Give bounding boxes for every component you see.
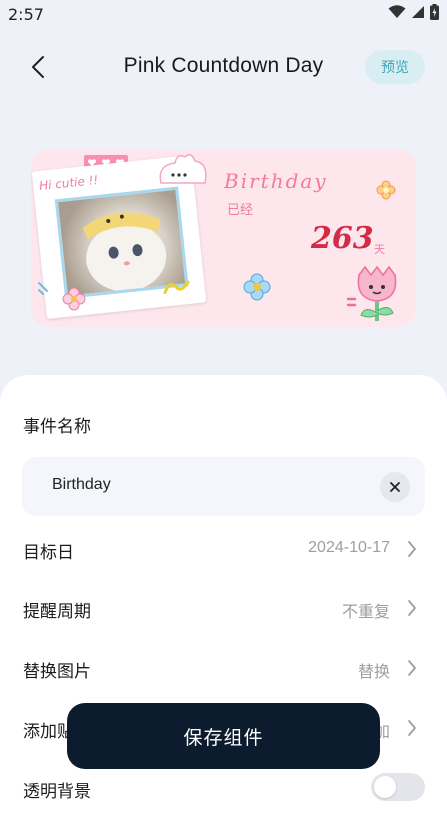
target-date-row[interactable]: 目标日 2024-10-17: [0, 530, 447, 570]
chevron-right-icon: [408, 541, 416, 557]
greeting-text: Hi cutie !!: [38, 172, 99, 194]
blue-flower-sticker-icon: [243, 273, 271, 301]
squiggle-sticker-icon: [163, 280, 190, 294]
reminder-cycle-row[interactable]: 提醒周期 不重复: [0, 589, 447, 629]
day-unit: 天: [374, 243, 385, 256]
status-bar: 2:57: [0, 0, 447, 30]
replace-image-value: 替换: [357, 664, 390, 681]
wifi-icon: [388, 5, 406, 18]
event-name-label: 事件名称: [23, 417, 91, 437]
event-name-input[interactable]: Birthday: [22, 457, 425, 516]
bunny-sticker-icon: [159, 154, 207, 184]
clear-button[interactable]: [380, 472, 410, 502]
chevron-right-icon: [408, 660, 416, 676]
transparent-background-toggle[interactable]: [371, 773, 425, 801]
transparent-background-row: 透明背景: [0, 769, 447, 809]
replace-image-label: 替换图片: [23, 662, 91, 682]
orange-flower-sticker-icon: [376, 180, 396, 200]
tulip-sticker-icon: [357, 265, 397, 321]
target-date-value: 2024-10-17: [308, 539, 390, 556]
event-title: Birthday: [224, 169, 328, 193]
status-time: 2:57: [8, 5, 44, 24]
status-icons: [388, 4, 439, 20]
flower-sticker-icon: [62, 287, 86, 311]
reminder-cycle-label: 提醒周期: [23, 602, 91, 622]
header: Pink Countdown Day 预览: [0, 44, 447, 90]
elapsed-label: 已经: [227, 203, 254, 218]
widget-preview-card: Hi cutie !! Birthday 已经 263 天: [31, 149, 416, 327]
transparent-background-label: 透明背景: [23, 782, 91, 802]
target-date-label: 目标日: [23, 543, 74, 563]
dash-sticker-icon: [347, 297, 357, 307]
event-name-value[interactable]: Birthday: [52, 476, 111, 494]
save-widget-button[interactable]: 保存组件: [67, 703, 380, 769]
blue-dash-sticker-icon: [38, 282, 48, 295]
battery-icon: [430, 4, 439, 20]
close-icon: [390, 482, 400, 492]
chevron-right-icon: [408, 600, 416, 616]
day-count: 263: [311, 221, 374, 256]
preview-button[interactable]: 预览: [365, 50, 425, 84]
reminder-cycle-value: 不重复: [341, 604, 390, 621]
signal-icon: [412, 6, 424, 18]
replace-image-row[interactable]: 替换图片 替换: [0, 649, 447, 689]
chevron-right-icon: [408, 720, 416, 736]
